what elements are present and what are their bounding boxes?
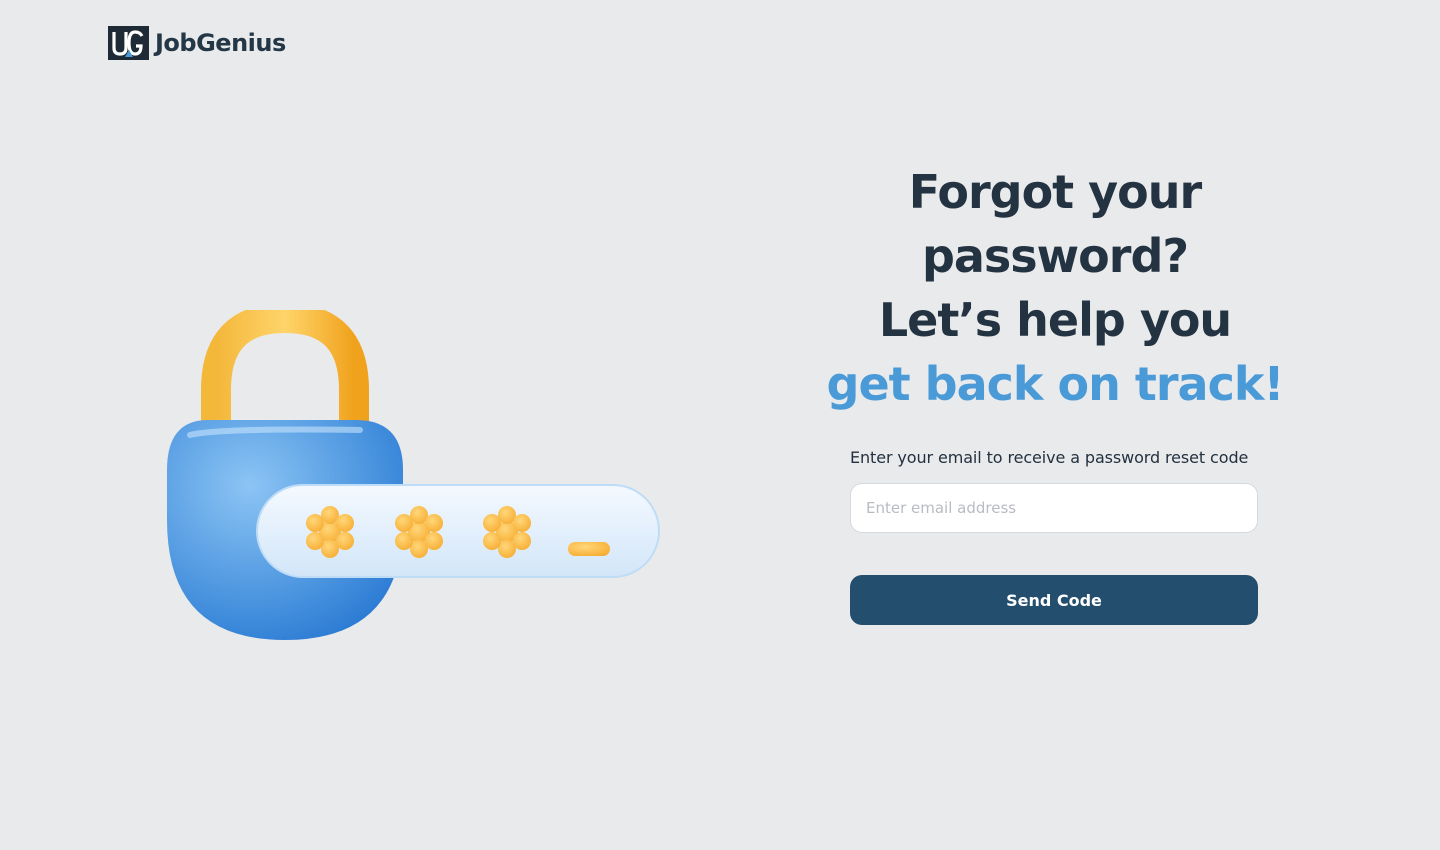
headline-block: Forgot your password? Let’s help you get… bbox=[770, 160, 1340, 416]
send-code-button[interactable]: Send Code bbox=[850, 575, 1258, 625]
email-field[interactable] bbox=[850, 483, 1258, 533]
logo-mark-icon bbox=[108, 26, 149, 60]
title-line-2: Let’s help you bbox=[878, 293, 1232, 347]
title-line-1: Forgot your password? bbox=[908, 165, 1202, 283]
reset-form: Enter your email to receive a password r… bbox=[850, 448, 1258, 625]
title-line-accent: get back on track! bbox=[826, 357, 1285, 411]
brand-logo[interactable]: JobGenius bbox=[108, 26, 286, 60]
padlock-password-icon bbox=[160, 302, 670, 650]
forgot-password-page: JobGenius Forgot your password? Let’s he… bbox=[0, 0, 1440, 850]
brand-name: JobGenius bbox=[155, 29, 286, 57]
page-title: Forgot your password? Let’s help you get… bbox=[770, 160, 1340, 416]
email-label: Enter your email to receive a password r… bbox=[850, 448, 1249, 467]
